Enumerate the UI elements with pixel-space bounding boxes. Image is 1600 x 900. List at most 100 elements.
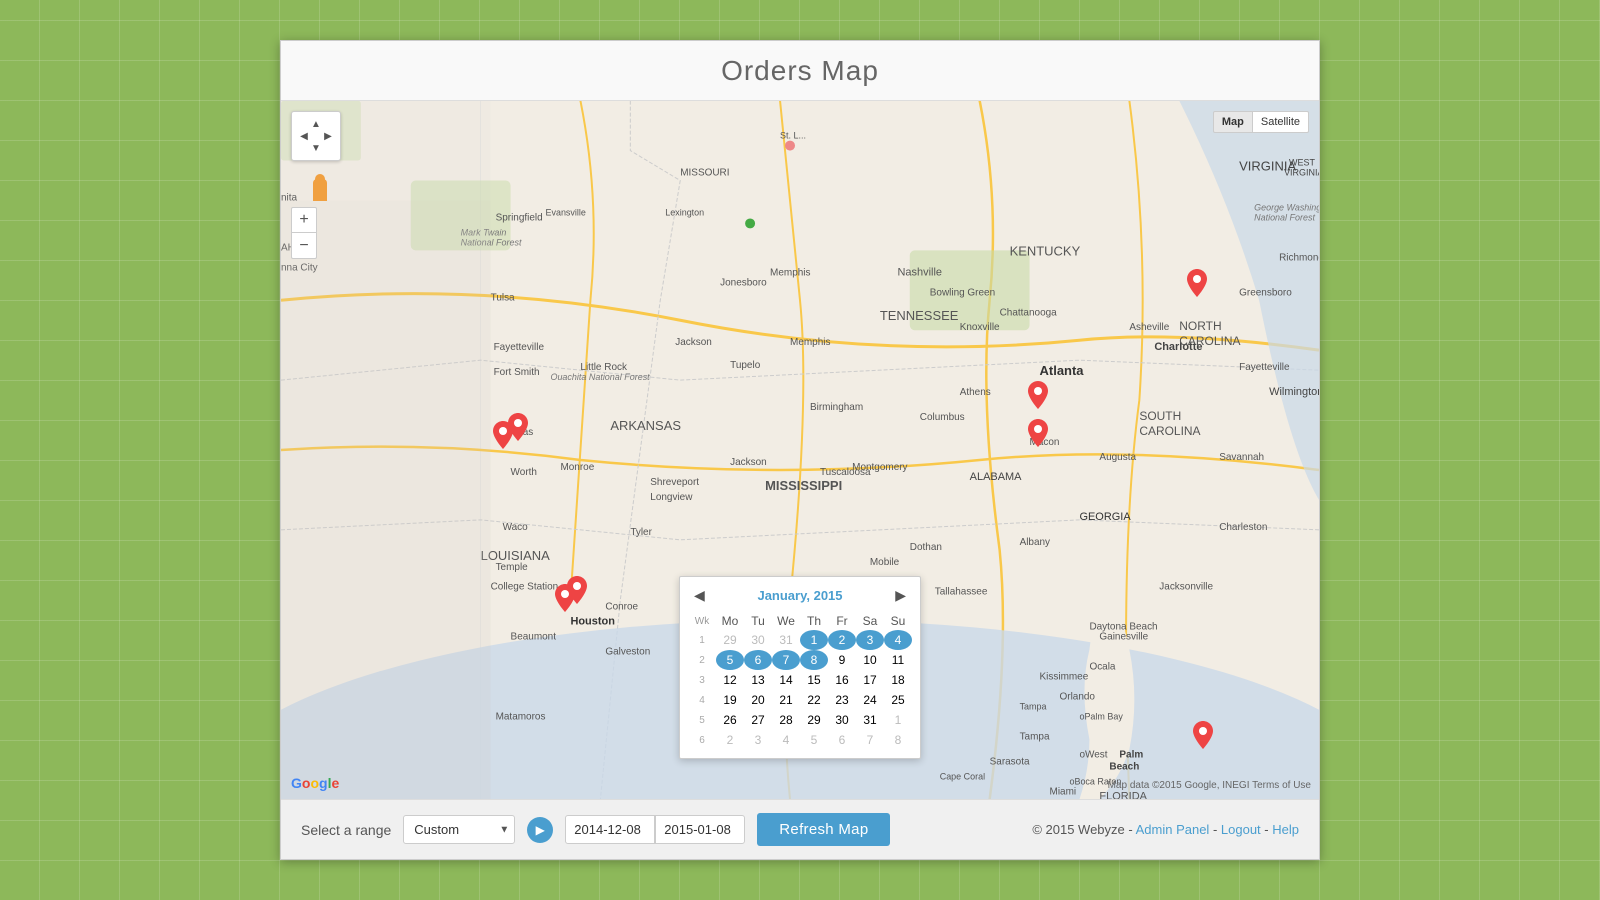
svg-text:Fayetteville: Fayetteville: [494, 342, 545, 353]
cal-day[interactable]: 29: [716, 630, 744, 650]
svg-text:Tyler: Tyler: [630, 527, 652, 538]
cal-day[interactable]: 18: [884, 670, 912, 690]
cal-day[interactable]: 30: [744, 630, 772, 650]
cal-day[interactable]: 7: [772, 650, 800, 670]
refresh-map-button[interactable]: Refresh Map: [757, 813, 890, 846]
cal-day[interactable]: 9: [828, 650, 856, 670]
cal-day[interactable]: 21: [772, 690, 800, 710]
cal-day[interactable]: 15: [800, 670, 828, 690]
map-pin-4[interactable]: [567, 576, 587, 604]
pegman-icon[interactable]: [313, 179, 327, 201]
pan-down-left[interactable]: [298, 142, 310, 154]
cal-day[interactable]: 27: [744, 710, 772, 730]
pan-down-right[interactable]: [322, 142, 334, 154]
pan-up-left[interactable]: [298, 118, 310, 130]
zoom-in-button[interactable]: +: [291, 207, 317, 233]
cal-day[interactable]: 31: [856, 710, 884, 730]
svg-text:Matamoros: Matamoros: [496, 711, 546, 722]
cal-day[interactable]: 25: [884, 690, 912, 710]
range-select[interactable]: CustomTodayLast 7 DaysLast 30 DaysThis M…: [403, 815, 515, 844]
cal-day[interactable]: 13: [744, 670, 772, 690]
svg-text:Daytona Beach: Daytona Beach: [1089, 622, 1157, 633]
map-pin-5[interactable]: [1028, 381, 1048, 409]
map-pin-9[interactable]: [1193, 721, 1213, 749]
map-type-map-button[interactable]: Map: [1213, 111, 1253, 133]
pan-up[interactable]: ▲: [310, 118, 322, 130]
svg-text:WEST: WEST: [1289, 158, 1315, 168]
map-type-satellite-button[interactable]: Satellite: [1253, 111, 1309, 133]
cal-day[interactable]: 3: [856, 630, 884, 650]
map-pin-6[interactable]: [1028, 419, 1048, 447]
admin-panel-link[interactable]: Admin Panel: [1136, 822, 1210, 837]
map-area[interactable]: Nashville Atlanta Montgomery Birmingham …: [281, 101, 1319, 799]
svg-text:Orlando: Orlando: [1060, 692, 1096, 703]
cal-day[interactable]: 6: [744, 650, 772, 670]
cal-day[interactable]: 1: [800, 630, 828, 650]
cal-day[interactable]: 4: [772, 730, 800, 750]
cal-day[interactable]: 8: [800, 650, 828, 670]
pan-left[interactable]: ◀: [298, 130, 310, 142]
date-from-input[interactable]: [565, 815, 655, 844]
date-to-input[interactable]: [655, 815, 745, 844]
svg-text:CAROLINA: CAROLINA: [1179, 334, 1240, 348]
cal-day[interactable]: 3: [744, 730, 772, 750]
map-pin-7[interactable]: [1187, 269, 1207, 297]
help-link[interactable]: Help: [1272, 822, 1299, 837]
cal-day[interactable]: 24: [856, 690, 884, 710]
svg-text:TENNESSEE: TENNESSEE: [880, 308, 959, 323]
cal-day[interactable]: 1: [884, 710, 912, 730]
svg-text:Fayetteville: Fayetteville: [1239, 362, 1290, 373]
svg-text:Temple: Temple: [496, 562, 529, 573]
pan-control[interactable]: ▲ ◀ ▶ ▼: [291, 111, 341, 161]
cal-day[interactable]: 19: [716, 690, 744, 710]
cal-day[interactable]: 30: [828, 710, 856, 730]
cal-day[interactable]: 5: [716, 650, 744, 670]
svg-text:Atlanta: Atlanta: [1040, 363, 1085, 378]
cal-day[interactable]: 14: [772, 670, 800, 690]
cal-day[interactable]: 7: [856, 730, 884, 750]
svg-text:Gainesville: Gainesville: [1099, 632, 1148, 643]
cal-day[interactable]: 6: [828, 730, 856, 750]
cal-day[interactable]: 11: [884, 650, 912, 670]
pan-down[interactable]: ▼: [310, 142, 322, 154]
cal-day[interactable]: 28: [772, 710, 800, 730]
zoom-out-button[interactable]: −: [291, 233, 317, 259]
calendar-grid: Wk Mo Tu We Th Fr Sa Su 1293031123425678…: [688, 612, 912, 750]
cal-day[interactable]: 29: [800, 710, 828, 730]
svg-text:Greensboro: Greensboro: [1239, 287, 1292, 298]
svg-text:Tupelo: Tupelo: [730, 360, 761, 371]
map-pin-2[interactable]: [508, 413, 528, 441]
pan-right[interactable]: ▶: [322, 130, 334, 142]
cal-day[interactable]: 5: [800, 730, 828, 750]
cal-day[interactable]: 16: [828, 670, 856, 690]
footer-bar: Select a range CustomTodayLast 7 DaysLas…: [281, 799, 1319, 859]
calendar-prev-button[interactable]: ◀: [688, 585, 711, 606]
pan-up-right[interactable]: [322, 118, 334, 130]
svg-text:George Washington: George Washington: [1254, 202, 1319, 212]
cal-day[interactable]: 8: [884, 730, 912, 750]
svg-text:NORTH: NORTH: [1179, 319, 1221, 333]
svg-text:Jackson: Jackson: [675, 337, 712, 348]
cal-day[interactable]: 31: [772, 630, 800, 650]
cal-day[interactable]: 10: [856, 650, 884, 670]
cal-day[interactable]: 22: [800, 690, 828, 710]
cal-day[interactable]: 4: [884, 630, 912, 650]
cal-day[interactable]: 2: [716, 730, 744, 750]
cal-day[interactable]: 23: [828, 690, 856, 710]
cal-week-num: 6: [688, 730, 716, 750]
cal-day[interactable]: 26: [716, 710, 744, 730]
svg-text:Athens: Athens: [960, 387, 991, 398]
range-go-button[interactable]: ▶: [527, 817, 553, 843]
cal-day[interactable]: 2: [828, 630, 856, 650]
svg-text:Ouachita National Forest: Ouachita National Forest: [550, 372, 650, 382]
cal-week-num: 5: [688, 710, 716, 730]
cal-day[interactable]: 12: [716, 670, 744, 690]
svg-text:National Forest: National Forest: [1254, 212, 1315, 222]
svg-text:Ocala: Ocala: [1089, 662, 1115, 673]
logout-link[interactable]: Logout: [1221, 822, 1261, 837]
svg-text:Beach: Beach: [1109, 761, 1139, 772]
cal-day[interactable]: 17: [856, 670, 884, 690]
svg-text:ALABAMA: ALABAMA: [970, 471, 1023, 483]
calendar-next-button[interactable]: ▶: [889, 585, 912, 606]
cal-day[interactable]: 20: [744, 690, 772, 710]
